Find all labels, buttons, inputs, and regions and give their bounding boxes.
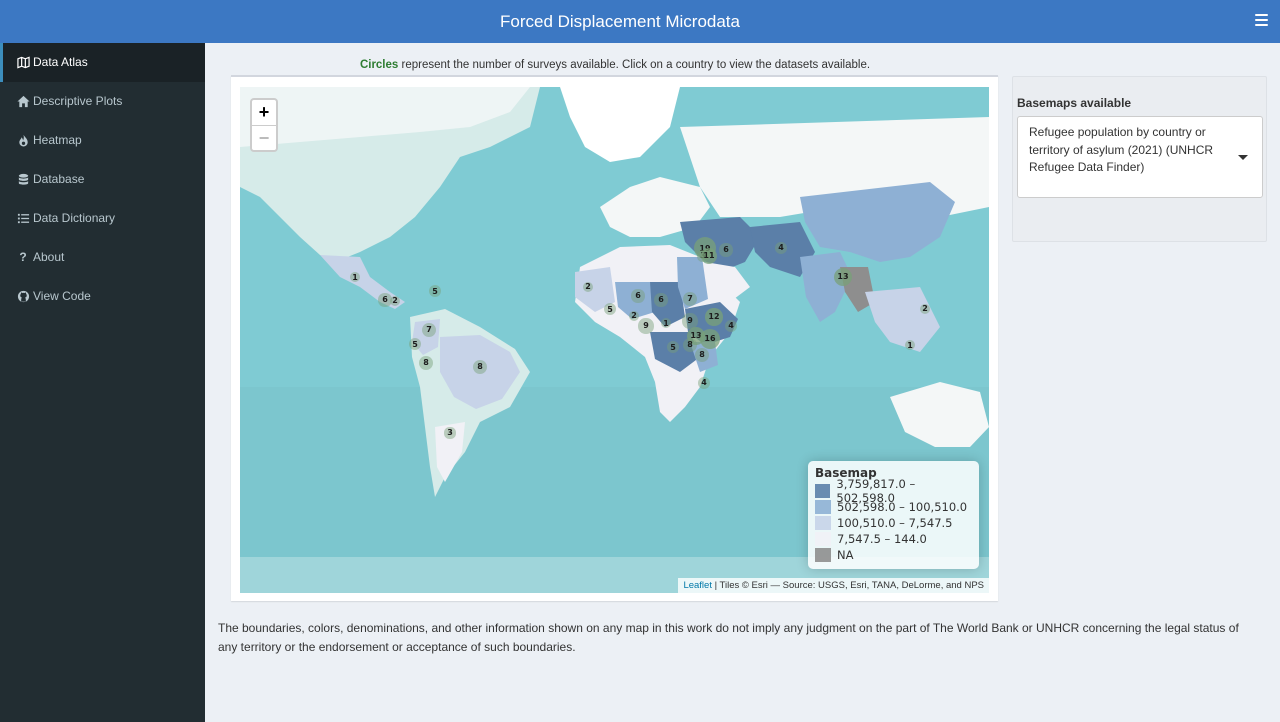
- map-legend: Basemap 3,759,817.0 – 502,598.0 502,598.…: [808, 461, 979, 569]
- survey-count-marker[interactable]: 16: [700, 329, 720, 349]
- zoom-out-button[interactable]: −: [252, 125, 276, 150]
- sidebar-item-database[interactable]: Database: [0, 160, 205, 199]
- survey-count-marker[interactable]: 1: [350, 272, 360, 282]
- survey-count-marker[interactable]: 13: [834, 268, 852, 286]
- survey-count-marker[interactable]: 7: [683, 292, 697, 306]
- sidebar-item-about[interactable]: ? About: [0, 238, 205, 277]
- survey-count-marker[interactable]: 1: [905, 340, 915, 350]
- survey-count-marker[interactable]: 6: [631, 289, 644, 302]
- survey-count-marker[interactable]: 3: [444, 427, 455, 438]
- sidebar-item-label: Data Dictionary: [33, 199, 115, 238]
- survey-count-marker[interactable]: 12: [705, 308, 722, 325]
- caption-keyword: Circles: [360, 59, 398, 71]
- world-map[interactable]: + − 162575883256672919124131658841931164…: [240, 87, 989, 593]
- list-icon: [16, 212, 30, 226]
- zoom-in-button[interactable]: +: [252, 100, 276, 125]
- caption-text: represent the number of surveys availabl…: [398, 59, 870, 71]
- legend-label: 502,598.0 – 100,510.0: [837, 500, 967, 514]
- legend-row: 100,510.0 – 7,547.5: [815, 515, 972, 531]
- leaflet-link[interactable]: Leaflet: [683, 580, 712, 591]
- legend-label: NA: [837, 548, 853, 562]
- legend-label: 7,547.5 – 144.0: [837, 532, 927, 546]
- basemap-panel: Basemaps available Refugee population by…: [1012, 76, 1267, 242]
- sidebar-item-view-code[interactable]: View Code: [0, 277, 205, 316]
- map-disclaimer: The boundaries, colors, denominations, a…: [218, 619, 1258, 657]
- basemap-panel-title: Basemaps available: [1017, 96, 1131, 110]
- sidebar-item-label: Descriptive Plots: [33, 82, 122, 121]
- legend-row: 3,759,817.0 – 502,598.0: [815, 483, 972, 499]
- sidebar-item-data-atlas[interactable]: Data Atlas: [0, 43, 205, 82]
- survey-count-marker[interactable]: 4: [725, 320, 737, 332]
- sidebar-item-label: View Code: [33, 277, 91, 316]
- survey-count-marker[interactable]: 7: [422, 323, 436, 337]
- legend-swatch: [815, 484, 830, 498]
- sidebar-item-data-dictionary[interactable]: Data Dictionary: [0, 199, 205, 238]
- legend-swatch: [815, 516, 831, 530]
- map-icon: [16, 56, 30, 70]
- fire-icon: [16, 134, 30, 148]
- map-caption: Circles represent the number of surveys …: [232, 59, 998, 71]
- legend-row: 7,547.5 – 144.0: [815, 531, 972, 547]
- sidebar-item-label: Heatmap: [33, 121, 82, 160]
- sidebar-item-label: Data Atlas: [33, 43, 88, 82]
- sidebar-item-heatmap[interactable]: Heatmap: [0, 121, 205, 160]
- survey-count-marker[interactable]: 1: [661, 318, 671, 328]
- survey-count-marker[interactable]: 9: [638, 318, 653, 333]
- app-header: Forced Displacement Microdata: [0, 0, 1280, 43]
- map-attribution: Leaflet | Tiles © Esri — Source: USGS, E…: [678, 578, 989, 593]
- legend-swatch: [815, 500, 831, 514]
- basemap-select[interactable]: Refugee population by country or territo…: [1017, 116, 1263, 198]
- legend-swatch: [815, 548, 831, 562]
- legend-row: 502,598.0 – 100,510.0: [815, 499, 972, 515]
- sidebar-item-descriptive-plots[interactable]: Descriptive Plots: [0, 82, 205, 121]
- hamburger-icon[interactable]: [1255, 14, 1268, 27]
- survey-count-marker[interactable]: 6: [719, 243, 732, 256]
- survey-count-marker[interactable]: 4: [698, 377, 710, 389]
- question-icon: ?: [16, 251, 30, 265]
- app-title: Forced Displacement Microdata: [0, 0, 1240, 43]
- legend-row: NA: [815, 547, 972, 563]
- legend-swatch: [815, 532, 831, 546]
- home-icon: [16, 95, 30, 109]
- database-icon: [16, 173, 30, 187]
- attribution-text: | Tiles © Esri — Source: USGS, Esri, TAN…: [712, 580, 984, 591]
- survey-count-marker[interactable]: 6: [654, 293, 667, 306]
- sidebar: Data Atlas Descriptive Plots Heatmap Dat…: [0, 43, 205, 722]
- sidebar-item-label: About: [33, 238, 64, 277]
- github-icon: [16, 290, 30, 304]
- legend-label: 100,510.0 – 7,547.5: [837, 516, 952, 530]
- zoom-control: + −: [250, 98, 278, 152]
- survey-count-marker[interactable]: 4: [775, 242, 787, 254]
- chevron-down-icon: [1238, 155, 1248, 160]
- basemap-selected-value: Refugee population by country or territo…: [1029, 125, 1213, 174]
- sidebar-item-label: Database: [33, 160, 84, 199]
- map-box: + − 162575883256672919124131658841931164…: [231, 75, 998, 601]
